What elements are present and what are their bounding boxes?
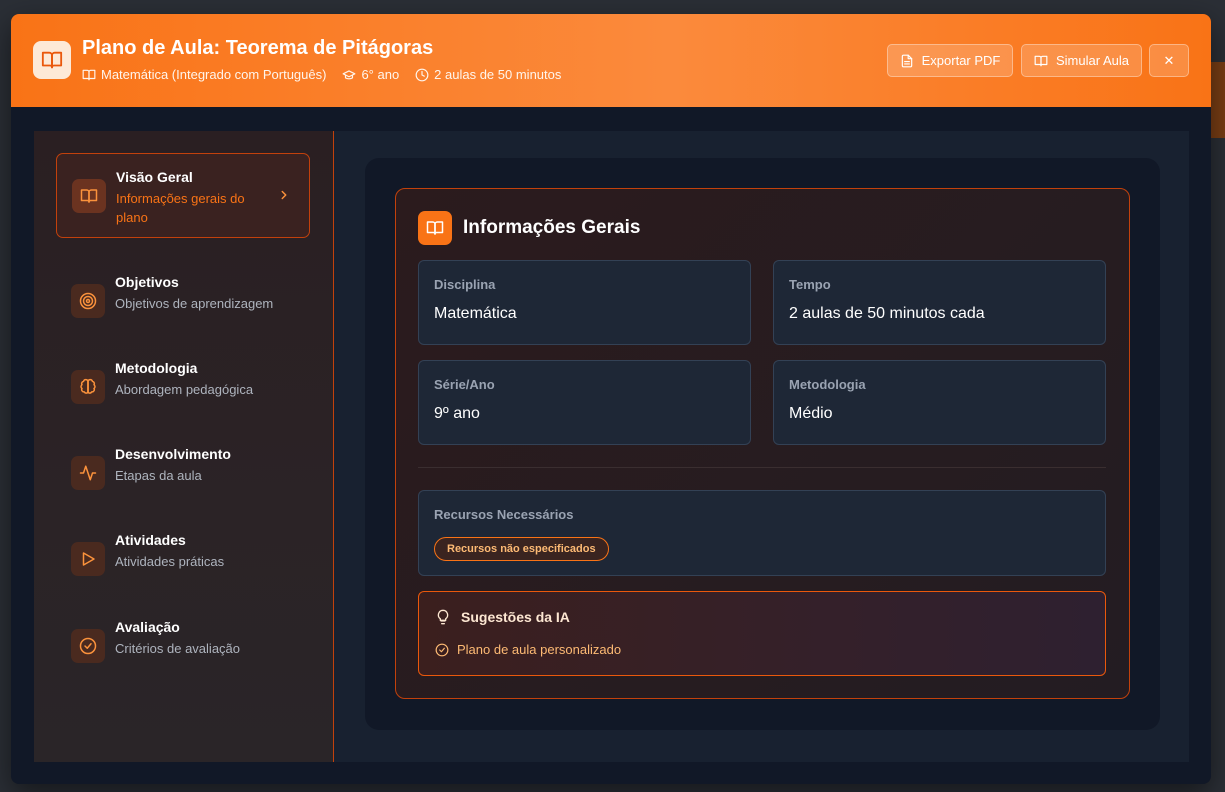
- book-icon: [82, 69, 96, 80]
- header-meta: Matemática (Integrado com Português) 6° …: [82, 67, 577, 82]
- sidebar-item-activities[interactable]: Atividades Atividades práticas: [56, 517, 310, 602]
- ai-suggestions-box: Sugestões da IA Plano de aula personaliz…: [418, 591, 1106, 676]
- book-icon: [418, 211, 452, 245]
- sidebar-item-methodology[interactable]: Metodologia Abordagem pedagógica: [56, 345, 310, 430]
- sidebar-item-title: Metodologia: [115, 360, 198, 376]
- sidebar-item-title: Avaliação: [115, 619, 180, 635]
- resources-box: Recursos Necessários Recursos não especi…: [418, 490, 1106, 576]
- chevron-right-icon: [281, 190, 287, 200]
- resources-label: Recursos Necessários: [434, 507, 574, 522]
- book-icon: [72, 179, 106, 213]
- sidebar-item-evaluation[interactable]: Avaliação Critérios de avaliação: [56, 604, 310, 689]
- graduation-cap-icon: [343, 69, 356, 79]
- sidebar-item-subtitle: Critérios de avaliação: [115, 641, 241, 656]
- check-circle-icon: [71, 629, 105, 663]
- lightbulb-icon: [437, 609, 449, 625]
- sidebar-item-subtitle: Informações gerais do plano: [116, 191, 245, 225]
- ai-item-text: Plano de aula personalizado: [457, 642, 622, 657]
- field-value: Médio: [789, 405, 833, 422]
- meta-grade: 6° ano: [342, 67, 399, 82]
- file-icon: [901, 54, 912, 67]
- target-icon: [71, 284, 105, 318]
- backdrop-element: [1211, 62, 1225, 138]
- field-value: 9º ano: [434, 405, 480, 422]
- book-icon: [1034, 55, 1048, 66]
- modal-body: Visão Geral Informações gerais do plano …: [34, 131, 1189, 762]
- export-pdf-button[interactable]: Exportar PDF: [887, 44, 1013, 77]
- grade-text: 6° ano: [361, 67, 400, 82]
- subject-text: Matemática (Integrado com Português): [101, 67, 327, 82]
- close-button[interactable]: ✕: [1149, 44, 1189, 77]
- simulate-class-button[interactable]: Simular Aula: [1021, 44, 1142, 77]
- field-time: Tempo 2 aulas de 50 minutos cada: [773, 260, 1106, 345]
- sidebar-item-objectives[interactable]: Objetivos Objetivos de aprendizagem: [56, 259, 310, 344]
- close-icon: ✕: [1163, 52, 1175, 68]
- field-value: Matemática: [434, 305, 517, 322]
- section-title: Informações Gerais: [463, 217, 641, 238]
- sidebar-item-title: Visão Geral: [116, 169, 193, 185]
- field-label: Metodologia: [789, 377, 866, 392]
- ai-suggestion-item: Plano de aula personalizado: [435, 642, 621, 657]
- field-value: 2 aulas de 50 minutos cada: [789, 305, 985, 322]
- divider: [418, 467, 1106, 468]
- check-circle-icon: [435, 643, 449, 656]
- sidebar-item-title: Atividades: [115, 532, 186, 548]
- general-info-card: Informações Gerais Disciplina Matemática…: [395, 188, 1130, 699]
- field-label: Tempo: [789, 277, 831, 292]
- sidebar: Visão Geral Informações gerais do plano …: [34, 131, 334, 762]
- sidebar-item-overview[interactable]: Visão Geral Informações gerais do plano: [56, 153, 310, 238]
- brain-icon: [71, 370, 105, 404]
- page-title: Plano de Aula: Teorema de Pitágoras: [82, 37, 434, 59]
- field-label: Série/Ano: [434, 377, 495, 392]
- sidebar-item-development[interactable]: Desenvolvimento Etapas da aula: [56, 431, 310, 516]
- clock-icon: [415, 68, 429, 81]
- sidebar-item-subtitle: Abordagem pedagógica: [115, 382, 254, 397]
- play-icon: [71, 542, 105, 576]
- field-discipline: Disciplina Matemática: [418, 260, 751, 345]
- content-panel: Informações Gerais Disciplina Matemática…: [365, 158, 1160, 730]
- field-grade: Série/Ano 9º ano: [418, 360, 751, 445]
- book-icon: [33, 41, 71, 79]
- resources-badge: Recursos não especificados: [434, 537, 609, 561]
- sidebar-item-subtitle: Objetivos de aprendizagem: [115, 296, 274, 311]
- duration-text: 2 aulas de 50 minutos: [434, 67, 562, 82]
- meta-duration: 2 aulas de 50 minutos: [415, 67, 561, 82]
- ai-suggestions-title: Sugestões da IA: [435, 609, 570, 625]
- sidebar-item-title: Desenvolvimento: [115, 446, 231, 462]
- modal-header: Plano de Aula: Teorema de Pitágoras Mate…: [11, 14, 1211, 107]
- export-pdf-label: Exportar PDF: [921, 53, 1001, 68]
- meta-subject: Matemática (Integrado com Português): [82, 67, 326, 82]
- sidebar-item-subtitle: Etapas da aula: [115, 468, 202, 483]
- simulate-class-label: Simular Aula: [1056, 53, 1129, 68]
- sidebar-item-title: Objetivos: [115, 274, 179, 290]
- sidebar-item-subtitle: Atividades práticas: [115, 554, 225, 569]
- field-methodology: Metodologia Médio: [773, 360, 1106, 445]
- lesson-plan-modal: Plano de Aula: Teorema de Pitágoras Mate…: [11, 14, 1211, 784]
- field-label: Disciplina: [434, 277, 496, 292]
- ai-title-text: Sugestões da IA: [461, 609, 570, 625]
- activity-icon: [71, 456, 105, 490]
